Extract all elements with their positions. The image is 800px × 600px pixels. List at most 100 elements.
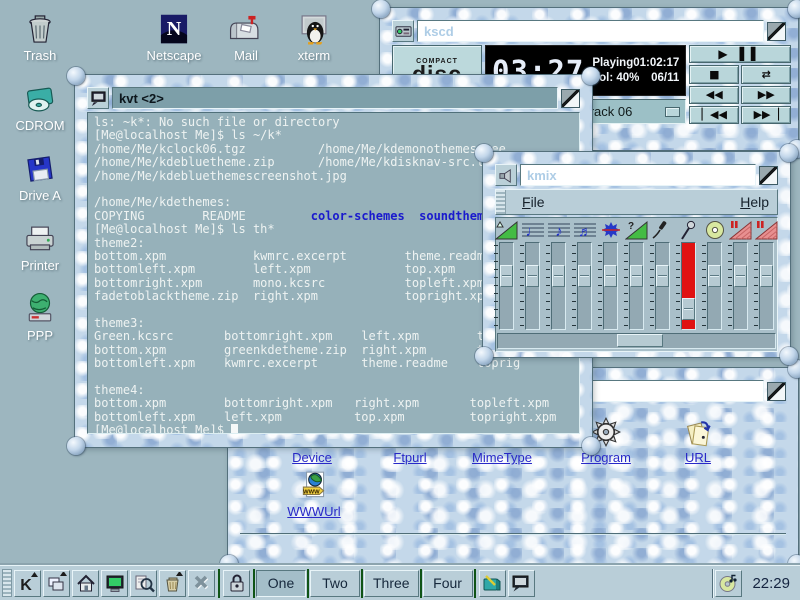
mute-2-channel-icon[interactable] bbox=[755, 220, 779, 240]
slider-handle[interactable] bbox=[708, 265, 721, 287]
corner-knob[interactable] bbox=[372, 0, 390, 18]
desktop-icon-xterm[interactable]: xterm bbox=[280, 10, 348, 63]
line-in-channel-icon[interactable] bbox=[651, 220, 675, 240]
k-menu-button[interactable]: K bbox=[14, 570, 41, 597]
volume-channel-icon[interactable] bbox=[495, 220, 519, 240]
konsole-button[interactable] bbox=[508, 570, 535, 597]
mute-1-channel-icon[interactable] bbox=[729, 220, 753, 240]
kvt-maximize-button[interactable] bbox=[561, 89, 580, 108]
bass-channel-icon[interactable]: ♩ bbox=[521, 220, 545, 240]
kvt-title[interactable]: kvt <2> bbox=[112, 87, 558, 109]
desktop-icon-mail[interactable]: Mail bbox=[212, 10, 280, 63]
kmix-maximize-button[interactable] bbox=[759, 166, 778, 185]
kscd-maximize-button[interactable] bbox=[767, 22, 786, 41]
kvt-titlebar[interactable]: kvt <2> bbox=[87, 87, 580, 109]
microphone-channel-icon[interactable] bbox=[677, 220, 701, 240]
rewind-button[interactable]: ◀◀ bbox=[689, 86, 739, 104]
home-button[interactable] bbox=[72, 570, 99, 597]
file-icon-url[interactable]: URL bbox=[654, 415, 742, 465]
volume-slider-mute-2[interactable] bbox=[759, 242, 774, 330]
scrollbar-thumb[interactable] bbox=[617, 334, 663, 347]
slider-handle[interactable] bbox=[630, 265, 643, 287]
cd-channel-icon[interactable] bbox=[703, 220, 727, 240]
corner-knob[interactable] bbox=[780, 144, 798, 162]
corner-knob[interactable] bbox=[67, 67, 85, 85]
unknown-channel-icon[interactable]: ? bbox=[625, 220, 649, 240]
slider-handle[interactable] bbox=[526, 265, 539, 287]
forward-button[interactable]: ▶▶ bbox=[741, 86, 791, 104]
track-dropdown-button[interactable] bbox=[665, 107, 680, 117]
kscd-tray-icon[interactable] bbox=[715, 570, 742, 597]
trash-button[interactable] bbox=[159, 570, 186, 597]
mixer-horizontal-scrollbar[interactable] bbox=[497, 333, 776, 349]
volume-slider-treble[interactable] bbox=[551, 242, 566, 330]
corner-knob[interactable] bbox=[67, 437, 85, 455]
volume-slider-microphone[interactable] bbox=[681, 242, 696, 330]
desktop-icon-ppp[interactable]: PPP bbox=[6, 290, 74, 343]
file-manager-maximize-button[interactable] bbox=[767, 382, 786, 401]
kmix-title[interactable]: kmix bbox=[520, 164, 756, 186]
volume-slider-line-in[interactable] bbox=[655, 242, 670, 330]
volume-slider-synth[interactable] bbox=[577, 242, 592, 330]
slider-handle[interactable] bbox=[604, 265, 617, 287]
volume-slider-pcm[interactable] bbox=[603, 242, 618, 330]
desktop-pager-three[interactable]: Three bbox=[364, 570, 419, 597]
corner-knob[interactable] bbox=[582, 437, 600, 455]
slider-handle[interactable] bbox=[500, 265, 513, 287]
terminal-button[interactable] bbox=[101, 570, 128, 597]
kscd-titlebar[interactable]: kscd bbox=[392, 20, 786, 42]
terminal-monitor-icon[interactable] bbox=[87, 87, 109, 109]
synth-channel-icon[interactable]: ♬ bbox=[573, 220, 597, 240]
terminal-line: [Me@localhost Me]$ ls ~/k* bbox=[94, 129, 573, 142]
desktop-icon-printer[interactable]: Printer bbox=[6, 220, 74, 273]
lock-screen-button[interactable] bbox=[223, 570, 250, 597]
file-icon-wwwurl[interactable]: WWWWWWUrl bbox=[270, 469, 358, 519]
slider-handle[interactable] bbox=[734, 265, 747, 287]
menubar-drag-handle[interactable] bbox=[496, 190, 506, 214]
panel-hide-handle[interactable] bbox=[2, 569, 12, 597]
slider-handle[interactable] bbox=[760, 265, 773, 287]
kmix-titlebar[interactable]: kmix bbox=[495, 164, 778, 186]
desktop-pager-four[interactable]: Four bbox=[423, 570, 473, 597]
desktop-pager-one[interactable]: One bbox=[256, 570, 306, 597]
volume-slider-cd[interactable] bbox=[707, 242, 722, 330]
loop-button[interactable]: ⇄ bbox=[741, 65, 791, 83]
menu-help[interactable]: Help bbox=[732, 194, 777, 210]
menu-file[interactable]: File bbox=[514, 194, 553, 210]
slider-handle[interactable] bbox=[552, 265, 565, 287]
slider-handle[interactable] bbox=[682, 298, 695, 320]
corner-knob[interactable] bbox=[780, 347, 798, 365]
find-button[interactable] bbox=[130, 570, 157, 597]
slider-handle[interactable] bbox=[578, 265, 591, 287]
play-pause-button[interactable]: ▶▌▌ bbox=[689, 45, 791, 63]
volume-slider-volume[interactable] bbox=[499, 242, 514, 330]
kmix-app-icon[interactable] bbox=[495, 164, 517, 186]
desktop-icon-trash[interactable]: Trash bbox=[6, 10, 74, 63]
stop-button[interactable]: ■ bbox=[689, 65, 739, 83]
volume-slider-bass[interactable] bbox=[525, 242, 540, 330]
volume-slider-mute-1[interactable] bbox=[733, 242, 748, 330]
desktop-icon-drive-a[interactable]: Drive A bbox=[6, 150, 74, 203]
corner-knob[interactable] bbox=[475, 347, 493, 365]
kscd-title[interactable]: kscd bbox=[417, 20, 764, 42]
desktop-icon-cdrom[interactable]: CDROM bbox=[6, 80, 74, 133]
corner-knob[interactable] bbox=[582, 67, 600, 85]
window-list-button[interactable] bbox=[43, 570, 70, 597]
next-track-button[interactable]: ▶▶▕ bbox=[741, 106, 791, 124]
volume-slider-unknown[interactable] bbox=[629, 242, 644, 330]
notes-button[interactable] bbox=[479, 570, 506, 597]
kscd-app-icon[interactable] bbox=[392, 20, 414, 42]
treble-channel-icon[interactable]: ♪ bbox=[547, 220, 571, 240]
desktop-icon-netscape[interactable]: NNetscape bbox=[140, 10, 208, 63]
pcm-channel-icon[interactable] bbox=[599, 220, 623, 240]
slider-handle[interactable] bbox=[656, 265, 669, 287]
track-selector[interactable]: Track 06 bbox=[576, 99, 686, 124]
previous-track-button[interactable]: ▏◀◀ bbox=[689, 106, 739, 124]
close-button[interactable] bbox=[188, 570, 215, 597]
corner-knob[interactable] bbox=[475, 144, 493, 162]
desktop-pager-two[interactable]: Two bbox=[310, 570, 360, 597]
file-icon-label: Device bbox=[268, 450, 356, 465]
lcd-track-count: 06/11 bbox=[651, 72, 679, 84]
corner-knob[interactable] bbox=[788, 0, 800, 18]
separator bbox=[474, 569, 476, 598]
